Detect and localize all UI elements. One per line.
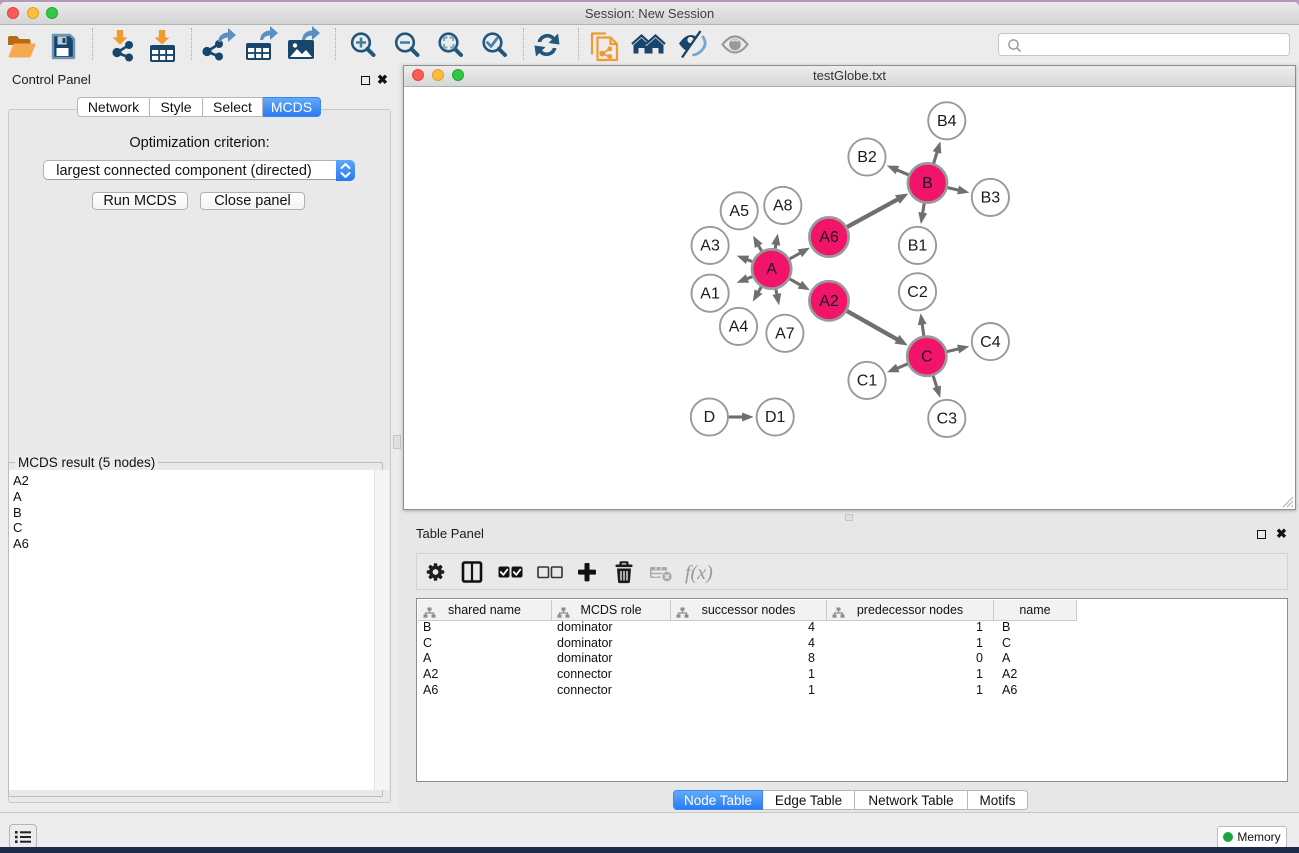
svg-text:C4: C4 [980,334,1001,351]
svg-text:C1: C1 [857,373,878,390]
svg-text:A7: A7 [775,326,795,343]
svg-text:C3: C3 [937,411,958,428]
svg-text:D: D [704,409,716,426]
svg-text:A1: A1 [700,285,720,302]
svg-text:A4: A4 [729,319,749,336]
svg-text:A3: A3 [700,238,720,255]
svg-text:C2: C2 [907,284,928,301]
svg-text:B: B [922,175,933,192]
svg-text:A2: A2 [819,293,839,310]
svg-text:B1: B1 [908,238,928,255]
svg-text:A6: A6 [819,229,839,246]
svg-text:A: A [766,261,777,278]
svg-text:B2: B2 [857,149,877,166]
svg-text:A5: A5 [729,203,749,220]
svg-text:C: C [921,348,933,365]
svg-text:A8: A8 [773,198,793,215]
svg-text:B4: B4 [937,113,957,130]
svg-text:D1: D1 [765,409,786,426]
svg-text:B3: B3 [981,190,1001,207]
svg-text:f(x): f(x) [685,562,713,584]
